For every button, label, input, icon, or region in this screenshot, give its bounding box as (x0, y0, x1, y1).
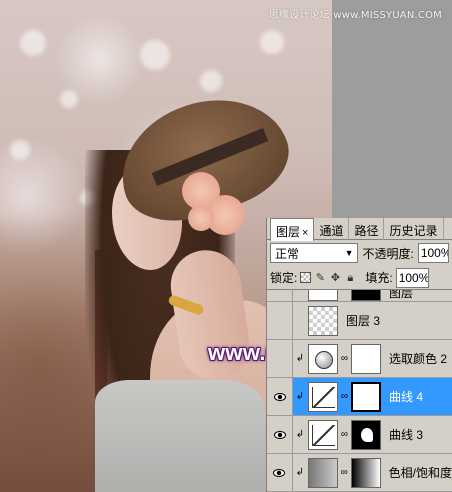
lock-icon[interactable]: 🔒︎ (344, 272, 356, 284)
visibility-toggle[interactable] (267, 416, 293, 453)
layer-name: 图层 3 (346, 314, 381, 328)
move-icon[interactable]: ✥ (329, 272, 341, 284)
layer-mask (351, 419, 381, 450)
layer-mask (351, 290, 381, 301)
visibility-toggle[interactable] (267, 340, 293, 377)
hue-saturation-thumbnail (307, 457, 338, 488)
white-top (95, 380, 265, 492)
layers-list: 图层 图层 3 ↲ ∞ 选取颜色 2 ↲ ∞ 曲线 4 ↲ ∞ 曲线 3 ↲ ∞… (267, 290, 452, 492)
tab-history[interactable]: 历史记录 (384, 218, 444, 240)
bokeh-light (200, 70, 222, 92)
curves-thumbnail (308, 381, 338, 412)
layer-mask (351, 381, 381, 412)
layer-name: 曲线 3 (389, 428, 424, 442)
lock-label: 锁定: (270, 271, 298, 285)
hat-flower (188, 205, 214, 231)
fill-input[interactable]: 100% (395, 267, 429, 288)
tab-label: 通道 (319, 224, 344, 238)
curves-thumbnail (308, 419, 338, 450)
visibility-toggle[interactable] (267, 454, 293, 491)
blend-mode-value: 正常 (275, 246, 300, 261)
tab-layers[interactable]: 图层 × (270, 218, 315, 241)
lock-transparency-icon[interactable] (300, 272, 312, 283)
selective-color-thumbnail (308, 343, 338, 374)
layer-row[interactable]: 图层 3 (267, 302, 452, 340)
eye-icon (273, 430, 286, 439)
close-icon[interactable]: × (302, 227, 308, 239)
panel-tabs: 图层 × 通道 路径 历史记录 (267, 218, 452, 241)
layer-name: 曲线 4 (389, 390, 424, 404)
blend-row: 正常 ▼ 不透明度: 100% (267, 240, 452, 266)
clip-arrow-icon: ↲ (295, 391, 305, 402)
link-icon: ∞ (340, 429, 349, 440)
brush-icon[interactable]: ✎ (314, 272, 326, 284)
bokeh-light (20, 30, 46, 56)
link-icon: ∞ (340, 467, 348, 478)
layer-name: 色相/饱和度 (388, 466, 452, 480)
link-icon: ∞ (340, 353, 349, 364)
opacity-label: 不透明度: (362, 246, 414, 261)
layer-thumbnail (308, 305, 338, 336)
tab-label: 图层 (276, 225, 301, 239)
layer-thumbnail (308, 290, 338, 301)
layer-row[interactable]: 图层 (267, 290, 452, 302)
layers-panel: 图层 × 通道 路径 历史记录 正常 ▼ 不透明度: 100% 锁定: ✎ ✥ 🔒… (266, 218, 452, 492)
layer-row[interactable]: ↲ ∞ 曲线 3 (267, 416, 452, 454)
layer-mask (350, 457, 381, 488)
clip-arrow-icon: ↲ (295, 429, 305, 440)
bokeh-light (140, 40, 170, 70)
tab-label: 历史记录 (389, 224, 438, 238)
layer-mask (351, 343, 381, 374)
tab-paths[interactable]: 路径 (349, 218, 385, 240)
clip-arrow-icon: ↲ (295, 467, 304, 478)
layer-name: 图层 (389, 290, 414, 300)
watermark-top: 思缘设计论坛 www.MISSYUAN.COM (268, 10, 442, 21)
bokeh-light (10, 140, 30, 160)
eye-icon (273, 468, 286, 477)
bokeh-light (60, 90, 78, 108)
tab-label: 路径 (354, 224, 379, 238)
fill-label: 填充: (365, 271, 393, 285)
clip-arrow-icon: ↲ (295, 353, 305, 364)
opacity-input[interactable]: 100% (417, 243, 449, 263)
layer-row[interactable]: ↲ ∞ 选取颜色 2 (267, 340, 452, 378)
layer-name: 选取颜色 2 (389, 352, 448, 366)
chevron-down-icon: ▼ (344, 248, 354, 258)
tab-channels[interactable]: 通道 (314, 218, 350, 240)
visibility-toggle[interactable] (267, 302, 293, 339)
lock-row: 锁定: ✎ ✥ 🔒︎ 填充: 100% (267, 266, 452, 290)
eye-icon (273, 392, 286, 401)
layer-row[interactable]: ↲ ∞ 曲线 4 (267, 378, 452, 416)
blend-mode-select[interactable]: 正常 ▼ (270, 243, 359, 263)
bokeh-light (260, 30, 284, 54)
link-icon: ∞ (340, 391, 349, 402)
visibility-toggle[interactable] (267, 290, 293, 301)
layer-row[interactable]: ↲ ∞ 色相/饱和度 (267, 454, 452, 492)
visibility-toggle[interactable] (267, 378, 293, 415)
